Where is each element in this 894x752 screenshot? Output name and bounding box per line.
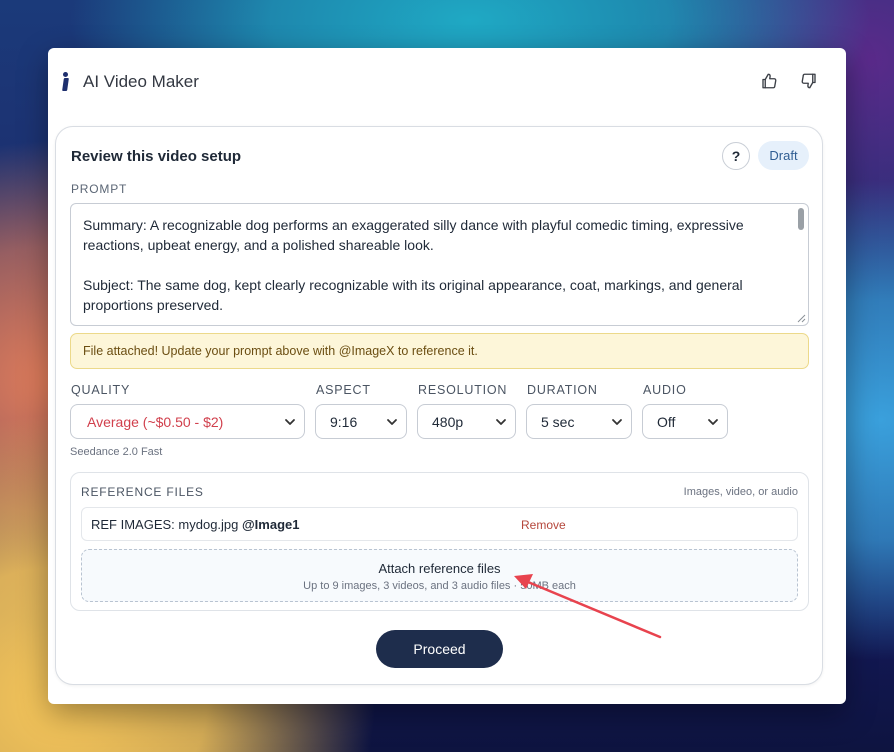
chevron-down-icon: [285, 419, 295, 425]
reference-file-name: REF IMAGES: mydog.jpg @Image1: [91, 517, 299, 532]
model-name: Seedance 2.0 Fast: [70, 446, 163, 458]
prompt-textarea[interactable]: Summary: A recognizable dog performs an …: [70, 203, 809, 326]
resolution-select[interactable]: 480p: [417, 404, 516, 439]
aspect-label: ASPECT: [316, 383, 371, 397]
resize-grip-icon[interactable]: [796, 313, 806, 323]
duration-label: DURATION: [527, 383, 598, 397]
resolution-value: 480p: [432, 413, 464, 430]
audio-value: Off: [657, 413, 676, 430]
chevron-down-icon: [708, 419, 718, 425]
attach-title[interactable]: Attach reference files: [82, 561, 797, 576]
remove-reference-button[interactable]: Remove: [521, 518, 566, 532]
app-title: AI Video Maker: [83, 72, 199, 91]
reference-title: REFERENCE FILES: [81, 485, 204, 499]
status-badge: Draft: [758, 141, 809, 170]
aspect-select[interactable]: 9:16: [315, 404, 407, 439]
video-setup-card: Review this video setup ? Draft PROMPT S…: [55, 126, 823, 685]
thumbs-down-icon[interactable]: [798, 70, 820, 92]
aspect-value: 9:16: [330, 413, 358, 430]
reference-file-item: REF IMAGES: mydog.jpg @Image1 Remove: [81, 507, 798, 541]
app-window: AI Video Maker Review this video setup ?…: [48, 48, 846, 704]
prompt-text[interactable]: Summary: A recognizable dog performs an …: [83, 215, 783, 315]
quality-label: QUALITY: [71, 383, 131, 397]
app-logo-icon: [62, 72, 70, 92]
prompt-scrollbar[interactable]: [796, 206, 806, 323]
attach-reference-dropzone[interactable]: Attach reference files Up to 9 images, 3…: [81, 549, 798, 602]
card-title: Review this video setup: [71, 148, 242, 165]
audio-select[interactable]: Off: [642, 404, 728, 439]
reference-file-prefix: REF IMAGES: mydog.jpg: [91, 517, 242, 532]
duration-value: 5 sec: [541, 413, 575, 430]
proceed-button[interactable]: Proceed: [376, 630, 503, 668]
reference-files-panel: REFERENCE FILES Images, video, or audio …: [70, 472, 809, 611]
chevron-down-icon: [612, 419, 622, 425]
reference-file-tag: @Image1: [242, 517, 300, 532]
quality-select[interactable]: Average (~$0.50 - $2): [70, 404, 305, 439]
audio-label: AUDIO: [643, 383, 687, 397]
reference-hint: Images, video, or audio: [683, 486, 798, 498]
duration-select[interactable]: 5 sec: [526, 404, 632, 439]
prompt-label: PROMPT: [71, 182, 128, 196]
chevron-down-icon: [496, 419, 506, 425]
attachment-notice: File attached! Update your prompt above …: [70, 333, 809, 369]
quality-value: Average (~$0.50 - $2): [87, 413, 224, 430]
help-button[interactable]: ?: [722, 142, 750, 170]
chevron-down-icon: [387, 419, 397, 425]
scrollbar-thumb[interactable]: [798, 208, 804, 230]
thumbs-up-icon[interactable]: [758, 70, 780, 92]
resolution-label: RESOLUTION: [418, 383, 508, 397]
attach-subtitle: Up to 9 images, 3 videos, and 3 audio fi…: [303, 580, 576, 592]
window-header: AI Video Maker: [48, 48, 846, 116]
